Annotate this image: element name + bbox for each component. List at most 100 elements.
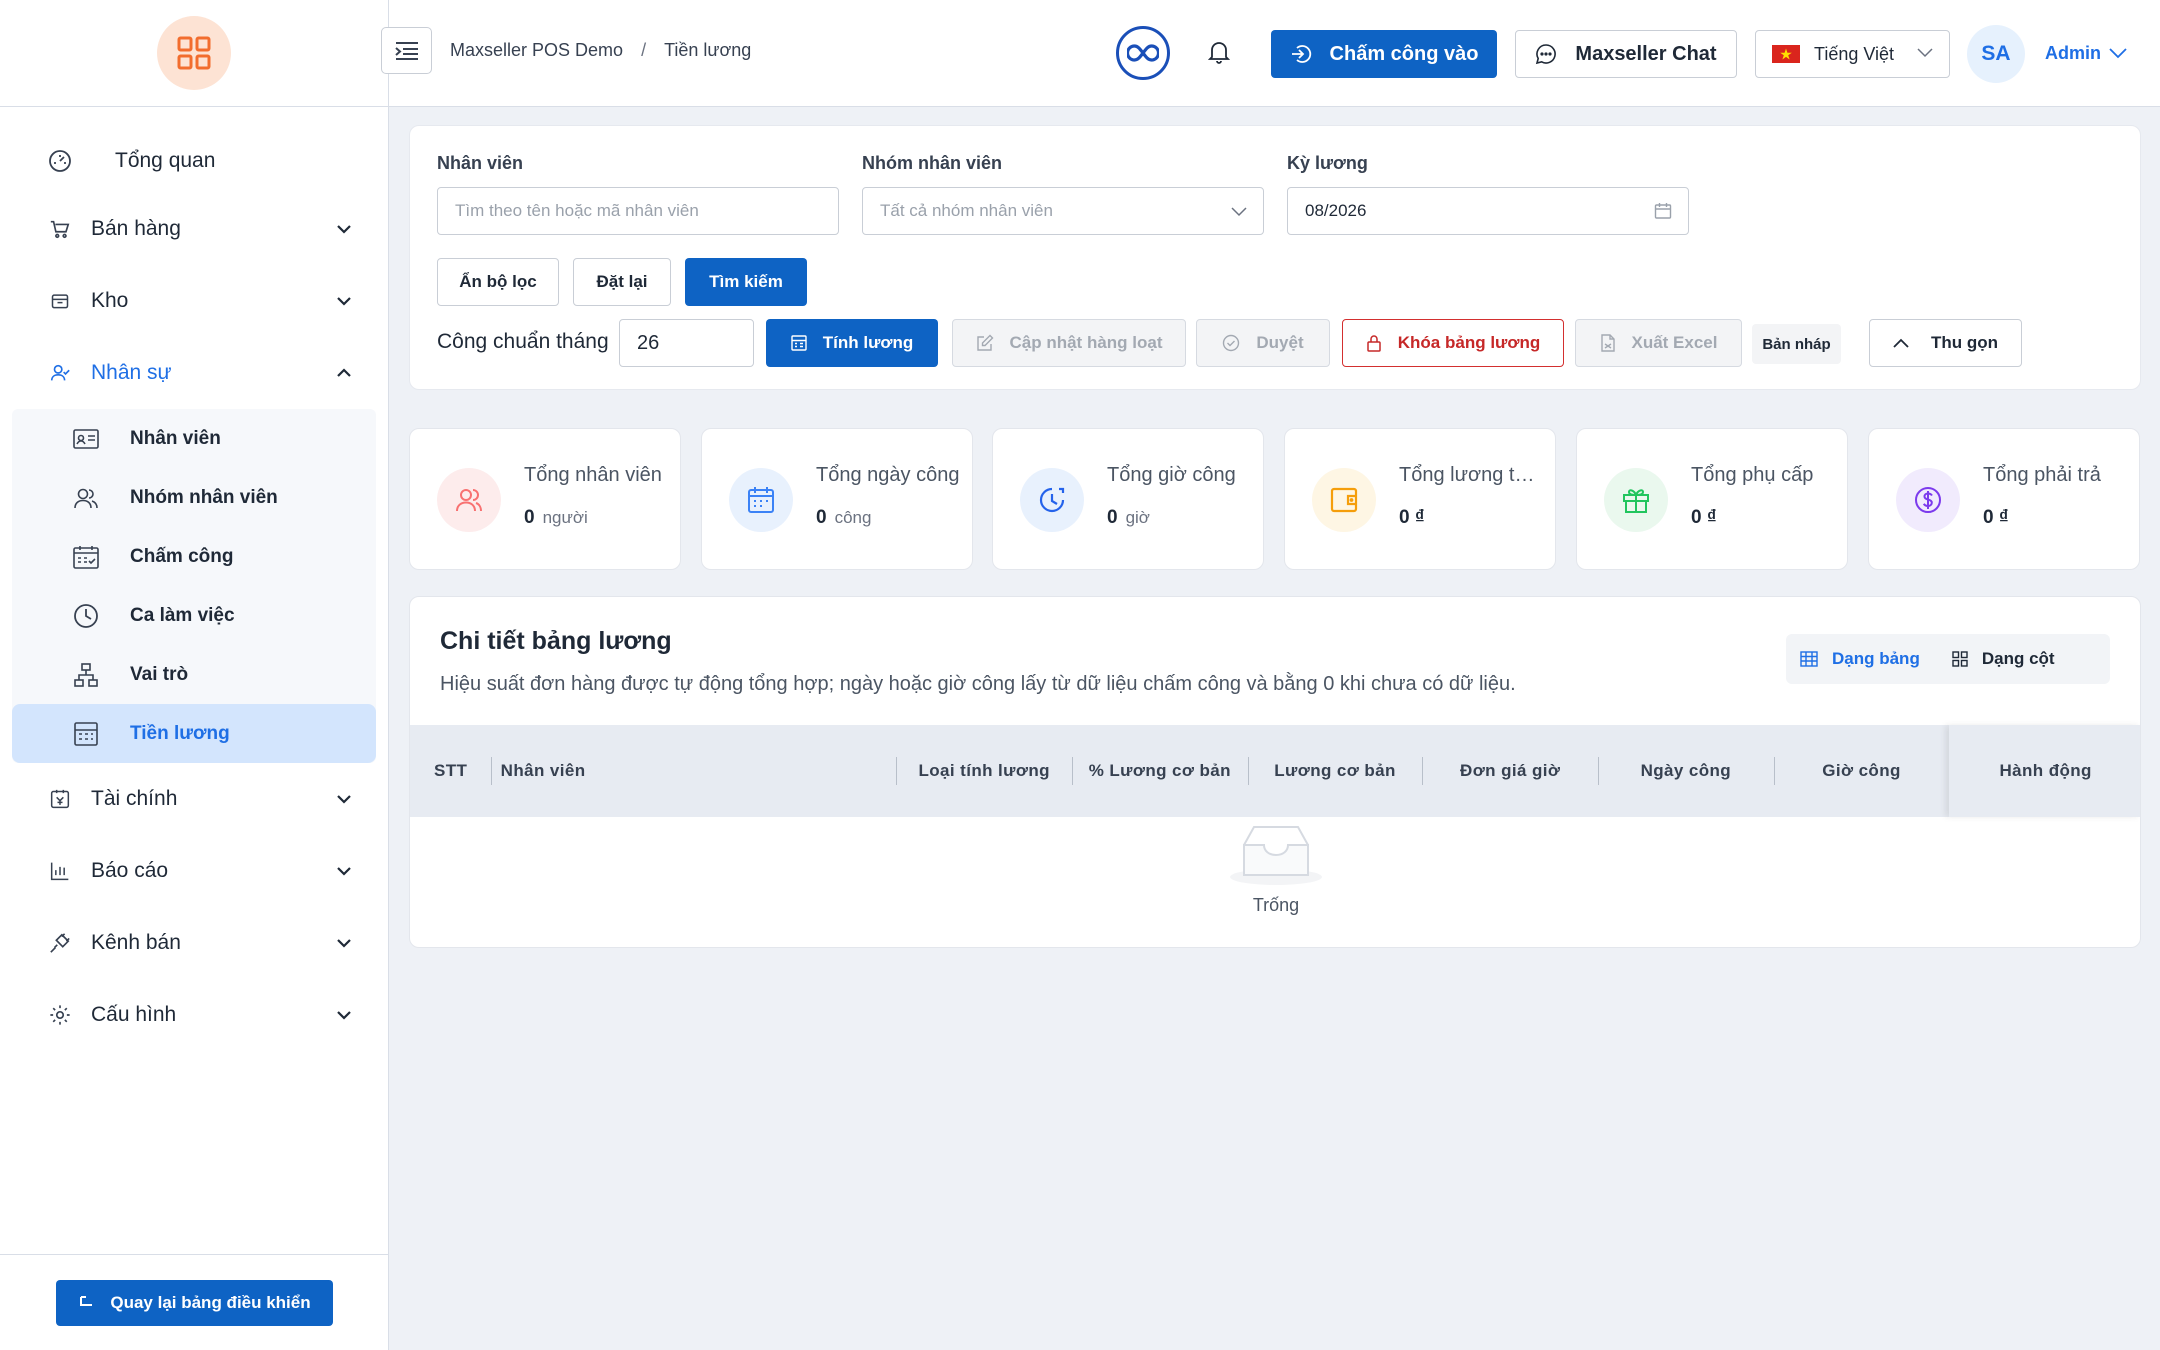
search-button[interactable]: Tìm kiếm <box>685 258 807 306</box>
vietnam-flag-icon <box>1772 45 1800 63</box>
sidebar-item-hr[interactable]: Nhân sự <box>0 337 388 409</box>
sidebar-subitem-roles[interactable]: Vai trò <box>12 645 376 704</box>
sidebar-subitem-label: Vai trò <box>130 663 189 685</box>
column-header[interactable]: Lương cơ bản <box>1247 725 1423 817</box>
employee-search-input[interactable]: Tìm theo tên hoặc mã nhân viên <box>437 187 839 235</box>
calendar-icon <box>729 468 793 532</box>
edit-icon <box>976 334 994 352</box>
sidebar-item-reports[interactable]: Báo cáo <box>0 835 388 907</box>
language-select[interactable]: Tiếng Việt <box>1755 30 1950 78</box>
calendar-check-icon <box>72 543 100 571</box>
export-excel-button[interactable]: Xuất Excel <box>1575 319 1742 367</box>
back-button-label: Quay lại bảng điều khiển <box>110 1292 311 1312</box>
maxseller-logo-icon[interactable] <box>1116 26 1170 80</box>
calculate-salary-button[interactable]: Tính lương <box>766 319 938 367</box>
card-title: Tổng giờ công <box>1107 464 1236 486</box>
summary-card-workdays: Tổng ngày công 0 công <box>701 428 973 570</box>
card-value-number: 0 ₫ <box>1399 507 1425 528</box>
top-header: Maxseller POS Demo / Tiền lương Chấm côn… <box>381 0 2160 107</box>
chevron-up-icon <box>1893 338 1909 348</box>
lock-payroll-button[interactable]: Khóa bảng lương <box>1342 319 1564 367</box>
bulk-update-button[interactable]: Cập nhật hàng loạt <box>952 319 1186 367</box>
chevron-down-icon <box>336 794 352 804</box>
sidebar-item-inventory[interactable]: Kho <box>0 265 388 337</box>
group-filter-label: Nhóm nhân viên <box>862 153 1003 173</box>
cart-icon <box>47 216 73 242</box>
bell-icon[interactable] <box>1208 40 1230 64</box>
period-picker[interactable]: 08/2026 <box>1287 187 1689 235</box>
bar-chart-icon <box>47 858 73 884</box>
back-to-dashboard-button[interactable]: Quay lại bảng điều khiển <box>56 1279 333 1326</box>
breadcrumb-home[interactable]: Maxseller POS Demo <box>450 40 623 61</box>
calculate-salary-label: Tính lương <box>822 333 914 352</box>
user-menu[interactable]: Admin <box>2045 43 2127 64</box>
calculator-icon <box>72 720 100 748</box>
card-title: Tổng phụ cấp <box>1691 464 1814 486</box>
period-value: 08/2026 <box>1305 201 1367 220</box>
sidebar-item-channels[interactable]: Kênh bán <box>0 907 388 979</box>
users-group-icon <box>72 484 100 512</box>
sidebar-subitem-timekeeping[interactable]: Chấm công <box>12 527 376 586</box>
sidebar-item-label: Kênh bán <box>91 931 181 954</box>
sidebar-subitem-employee-groups[interactable]: Nhóm nhân viên <box>12 468 376 527</box>
hide-filter-button[interactable]: Ẩn bộ lọc <box>437 258 559 306</box>
status-badge: Bản nháp <box>1752 324 1841 364</box>
summary-card-allowance: Tổng phụ cấp 0 ₫ <box>1576 428 1848 570</box>
column-header[interactable]: Nhân viên <box>490 725 897 817</box>
standard-days-input[interactable]: 26 <box>619 319 754 367</box>
reset-button[interactable]: Đặt lại <box>573 258 671 306</box>
group-select[interactable]: Tất cả nhóm nhân viên <box>862 187 1264 235</box>
sidebar-item-sales[interactable]: Bán hàng <box>0 193 388 265</box>
card-value: 0 giờ <box>1107 507 1150 529</box>
calendar-icon <box>1654 202 1672 220</box>
hr-subnav: Nhân viên Nhóm nhân viên Chấm công Ca là… <box>12 409 376 763</box>
card-title: Tổng phải trả <box>1983 464 2101 486</box>
gear-icon <box>47 1002 73 1028</box>
breadcrumb-separator: / <box>641 40 647 60</box>
sidebar-item-label: Báo cáo <box>91 859 169 882</box>
sidebar-subitem-employees[interactable]: Nhân viên <box>12 409 376 468</box>
card-title: Tổng ngày công <box>816 464 960 486</box>
sidebar-item-overview[interactable]: Tổng quan <box>0 129 388 193</box>
column-header[interactable]: Loại tính lương <box>896 725 1072 817</box>
sidebar-subitem-label: Ca làm việc <box>130 604 235 626</box>
chevron-down-icon <box>336 1010 352 1020</box>
sidebar: Tổng quan Bán hàng Kho Nhân sự Nhân viên… <box>0 0 389 1350</box>
summary-card-order-salary: Tổng lương theo đơn 0 ₫ <box>1284 428 1556 570</box>
card-unit: người <box>542 508 588 527</box>
employee-filter-label: Nhân viên <box>437 153 524 173</box>
sidebar-subitem-payroll[interactable]: Tiền lương <box>12 704 376 763</box>
logo-area <box>0 0 388 107</box>
card-value-number: 0 ₫ <box>1691 507 1717 528</box>
sidebar-item-settings[interactable]: Cấu hình <box>0 979 388 1051</box>
empty-state: Trống <box>410 817 2140 947</box>
view-table-label: Dạng bảng <box>1832 649 1920 668</box>
view-column-button[interactable]: Dạng cột <box>1952 649 2071 669</box>
gift-icon <box>1604 468 1668 532</box>
view-column-label: Dạng cột <box>1981 649 2055 668</box>
approve-button[interactable]: Duyệt <box>1196 319 1330 367</box>
sidebar-item-finance[interactable]: Tài chính <box>0 763 388 835</box>
column-header[interactable]: % Lương cơ bản <box>1072 725 1248 817</box>
column-header[interactable]: Giờ công <box>1773 725 1950 817</box>
app-logo-icon[interactable] <box>157 16 231 90</box>
card-value-number: 0 <box>1107 507 1118 528</box>
checkin-button[interactable]: Chấm công vào <box>1271 30 1497 78</box>
column-header[interactable]: Hành động <box>1949 725 2140 817</box>
column-header[interactable]: Đơn giá giờ <box>1422 725 1598 817</box>
table-header: STT Nhân viên Loại tính lương % Lương cơ… <box>410 725 2140 817</box>
sidebar-item-label: Kho <box>91 289 129 312</box>
clock-icon <box>1020 468 1084 532</box>
column-header[interactable]: Ngày công <box>1598 725 1774 817</box>
menu-toggle-button[interactable] <box>381 27 432 74</box>
chat-button[interactable]: Maxseller Chat <box>1515 30 1737 78</box>
sidebar-subitem-shifts[interactable]: Ca làm việc <box>12 586 376 645</box>
hierarchy-icon <box>72 661 100 689</box>
column-header[interactable]: STT <box>410 725 491 817</box>
finance-icon <box>47 786 73 812</box>
sidebar-subitem-label: Chấm công <box>130 545 234 567</box>
collapse-button[interactable]: Thu gọn <box>1869 319 2022 367</box>
view-table-button[interactable]: Dạng bảng <box>1800 649 1936 669</box>
avatar[interactable]: SA <box>1967 25 2025 83</box>
standard-days-label: Công chuẩn tháng <box>437 330 609 353</box>
